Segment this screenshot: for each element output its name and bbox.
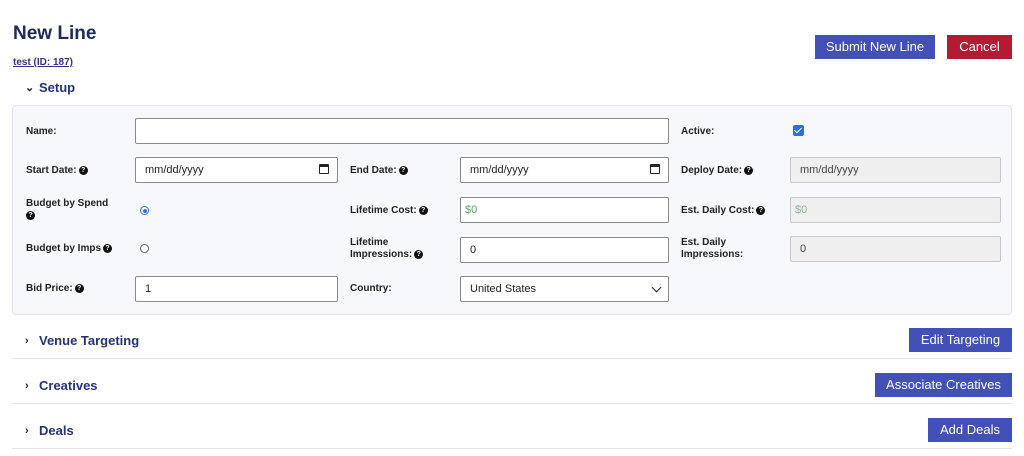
associate-creatives-button[interactable]: Associate Creatives [875, 373, 1012, 397]
budget-by-spend-text: Budget by Spend [26, 198, 109, 209]
start-date-label: Start Date:? [26, 165, 88, 177]
chevron-down-icon: ⌄ [25, 82, 35, 94]
section-setup-toggle[interactable]: ⌄ Setup [25, 80, 75, 95]
active-label: Active: [681, 126, 715, 137]
help-icon[interactable]: ? [103, 243, 113, 253]
help-icon[interactable]: ? [414, 249, 424, 259]
budget-by-spend-radio[interactable] [140, 206, 149, 215]
page-title: New Line [13, 23, 97, 44]
calendar-icon[interactable] [319, 164, 329, 174]
budget-by-imps-label: Budget by Imps? [26, 243, 113, 255]
active-checkbox[interactable] [793, 125, 804, 136]
campaign-link[interactable]: test (ID: 187) [13, 57, 73, 68]
start-date-label-text: Start Date: [26, 165, 77, 176]
chevron-right-icon: › [25, 424, 29, 437]
cancel-button[interactable]: Cancel [947, 35, 1012, 59]
section-deals-toggle[interactable]: › Deals [25, 423, 74, 438]
lifetime-cost-label: Lifetime Cost:? [350, 205, 428, 217]
est-daily-cost-label: Est. Daily Cost:? [681, 205, 766, 217]
lifetime-cost-label-text: Lifetime Cost: [350, 205, 417, 216]
help-icon[interactable]: ? [78, 165, 88, 175]
help-icon[interactable]: ? [26, 210, 35, 220]
calendar-icon[interactable] [650, 164, 660, 174]
budget-by-imps-radio[interactable] [140, 244, 149, 253]
deploy-date-label-text: Deploy Date: [681, 165, 743, 176]
est-daily-impressions-label: Est. Daily Impressions: [681, 237, 743, 261]
country-label: Country: [350, 283, 392, 294]
divider [12, 403, 1012, 404]
section-creatives-toggle[interactable]: › Creatives [25, 378, 98, 393]
help-icon[interactable]: ? [418, 205, 428, 215]
chevron-right-icon: › [25, 379, 29, 392]
edit-targeting-button[interactable]: Edit Targeting [909, 328, 1012, 352]
est-daily-impressions-label-2: Impressions: [681, 249, 744, 260]
est-daily-impressions-input: 0 [790, 236, 1001, 262]
bid-price-input[interactable]: 1 [135, 276, 338, 302]
country-select[interactable]: United States [460, 276, 669, 302]
lifetime-impressions-label-2: Impressions: [350, 249, 413, 260]
budget-by-spend-label: Budget by Spend? [26, 198, 126, 222]
section-deals-label: Deals [39, 423, 74, 438]
help-icon[interactable]: ? [74, 283, 84, 293]
chevron-down-icon [651, 282, 662, 293]
setup-panel: Name: Active: Start Date:? mm/dd/yyyy En… [12, 105, 1012, 315]
section-venue-targeting-label: Venue Targeting [39, 333, 140, 348]
est-daily-impressions-label-1: Est. Daily [681, 237, 727, 248]
divider [12, 358, 1012, 359]
add-deals-button[interactable]: Add Deals [928, 418, 1012, 442]
est-daily-cost-label-text: Est. Daily Cost: [681, 205, 755, 216]
start-date-value: mm/dd/yyyy [145, 164, 204, 176]
section-venue-targeting-toggle[interactable]: › Venue Targeting [25, 333, 139, 348]
end-date-input[interactable]: mm/dd/yyyy [460, 157, 669, 183]
lifetime-cost-input[interactable]: $0 [460, 197, 669, 223]
lifetime-impressions-input[interactable]: 0 [460, 237, 669, 263]
deploy-date-label: Deploy Date:? [681, 165, 754, 177]
end-date-label: End Date:? [350, 165, 408, 177]
end-date-label-text: End Date: [350, 165, 397, 176]
deploy-date-input: mm/dd/yyyy [790, 157, 1001, 183]
section-setup-label: Setup [39, 80, 76, 95]
divider [12, 448, 1012, 449]
est-daily-cost-input: $0 [790, 197, 1001, 223]
end-date-value: mm/dd/yyyy [470, 164, 529, 176]
bid-price-label-text: Bid Price: [26, 283, 73, 294]
lifetime-impressions-label: Lifetime Impressions:? [350, 237, 424, 261]
name-label: Name: [26, 126, 57, 137]
section-creatives-label: Creatives [39, 378, 98, 393]
start-date-input[interactable]: mm/dd/yyyy [135, 157, 338, 183]
help-icon[interactable]: ? [744, 165, 754, 175]
lifetime-impressions-label-1: Lifetime [350, 237, 389, 248]
country-value: United States [470, 283, 537, 295]
bid-price-label: Bid Price:? [26, 283, 84, 295]
name-input[interactable] [135, 118, 669, 144]
help-icon[interactable]: ? [756, 205, 766, 215]
submit-new-line-button[interactable]: Submit New Line [815, 35, 935, 59]
help-icon[interactable]: ? [398, 165, 408, 175]
chevron-right-icon: › [25, 334, 29, 347]
budget-by-imps-text: Budget by Imps [26, 243, 102, 254]
